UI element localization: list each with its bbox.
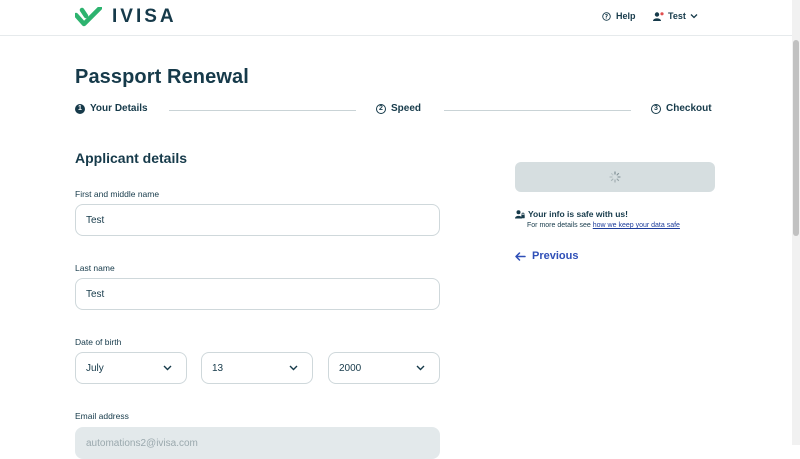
step-label: Your Details [90,103,148,114]
chevron-down-icon [690,14,698,19]
continue-button[interactable] [515,162,715,192]
page-scrollbar[interactable] [792,0,800,445]
brand-name: IVISA [112,6,177,27]
previous-button[interactable]: Previous [515,250,578,262]
help-label: Help [616,11,636,21]
chevron-down-icon [163,365,172,371]
safe-note-text: For more details see [527,222,591,229]
step-your-details: 1 Your Details [75,103,148,114]
email-label: Email address [75,411,129,421]
step-connector [444,110,631,111]
dob-year-value: 2000 [339,362,362,374]
data-safety-notice: Your info is safe with us! For more deta… [515,209,680,229]
user-lock-icon [515,209,525,218]
help-link[interactable]: ? Help [602,11,636,21]
step-number: 1 [75,103,85,114]
step-label: Speed [391,103,422,114]
step-label: Checkout [666,103,712,114]
ivisa-logo[interactable]: IVISA [75,7,177,27]
user-menu[interactable]: Test [653,11,698,21]
loading-spinner-icon [609,171,621,183]
email-input[interactable] [75,427,440,459]
last-name-label: Last name [75,263,115,273]
first-name-label: First and middle name [75,189,160,199]
step-number: 2 [376,103,386,114]
data-safe-link[interactable]: how we keep your data safe [593,222,680,229]
dob-day-select[interactable]: 13 [201,352,313,384]
arrow-left-icon [515,251,526,261]
last-name-input[interactable] [75,278,440,310]
top-header: IVISA ? Help Test [0,0,792,36]
section-title: Applicant details [75,150,188,166]
step-number: 3 [651,103,661,114]
dob-month-value: July [86,362,104,374]
dob-label: Date of birth [75,337,122,347]
dob-month-select[interactable]: July [75,352,187,384]
scrollbar-thumb[interactable] [793,40,799,236]
safe-title: Your info is safe with us! [528,209,628,219]
ivisa-check-logo-icon [75,7,102,27]
first-name-input[interactable] [75,204,440,236]
previous-label: Previous [532,250,579,262]
user-name: Test [668,11,686,21]
step-speed: 2 Speed [376,103,421,114]
help-circle-icon: ? [602,11,611,21]
dob-year-select[interactable]: 2000 [328,352,440,384]
chevron-down-icon [289,365,298,371]
page-title: Passport Renewal [75,66,249,88]
dob-day-value: 13 [212,362,224,374]
step-connector [169,110,356,111]
step-checkout: 3 Checkout [651,103,712,114]
user-icon [653,11,664,21]
chevron-down-icon [416,365,425,371]
safe-note: For more details see how we keep your da… [527,222,680,229]
